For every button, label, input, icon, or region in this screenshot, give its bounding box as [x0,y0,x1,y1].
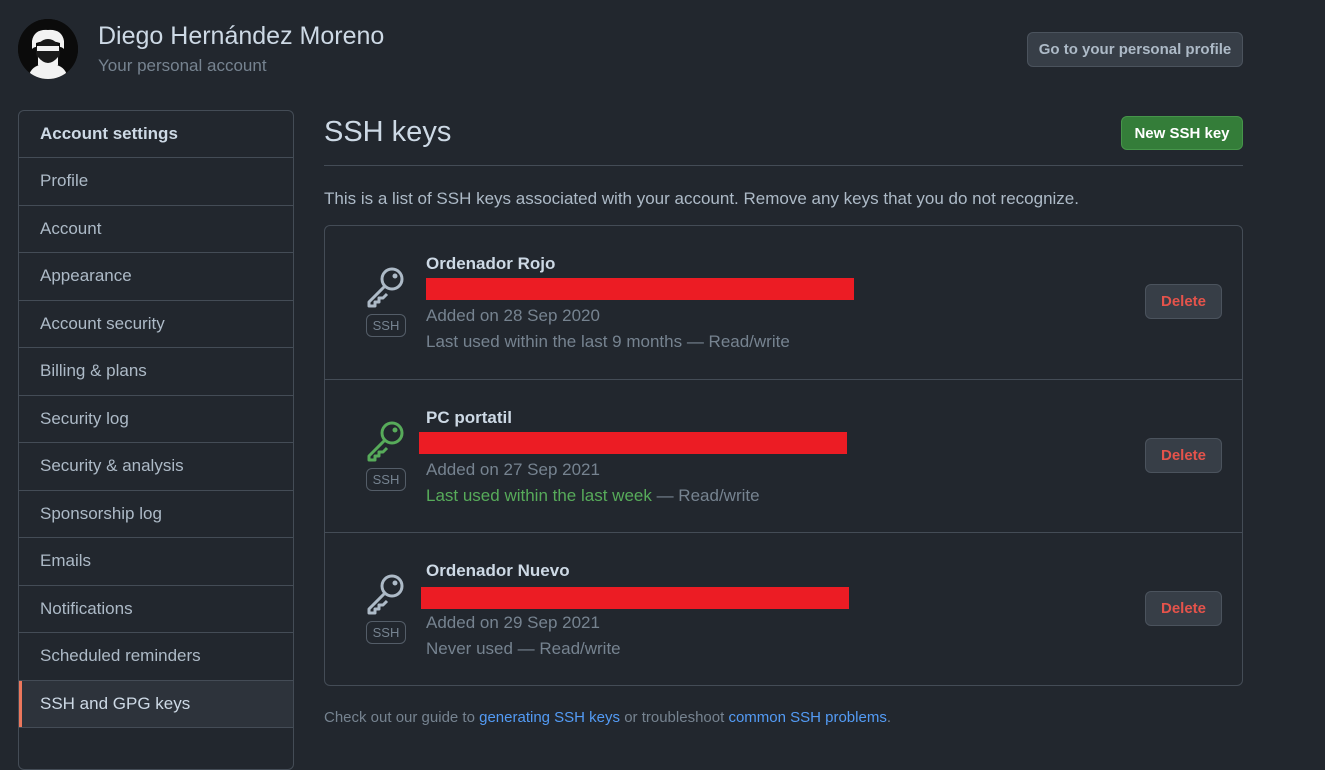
key-access: — Read/write [651,486,760,505]
key-added-date: Added on 29 Sep 2021 [426,613,600,632]
delete-key-button[interactable]: Delete [1145,438,1222,473]
key-usage: Last used within the last week — Read/wr… [426,486,760,506]
key-last-used: Last used within the last week [426,486,652,505]
new-ssh-key-button[interactable]: New SSH key [1121,116,1243,150]
user-name: Diego Hernández Moreno [98,22,385,50]
sidebar-item-account[interactable]: Account [19,206,293,253]
sidebar-item-sponsorship-log[interactable]: Sponsorship log [19,491,293,538]
key-usage: Never used — Read/write [426,639,621,659]
redacted-fingerprint [419,432,847,454]
footer-suffix: . [886,709,891,726]
delete-key-button[interactable]: Delete [1145,591,1222,626]
ssh-key-list: SSH Ordenador Rojo Added on 28 Sep 2020 … [324,225,1243,686]
sidebar-item-security-log[interactable]: Security log [19,396,293,443]
key-icon [367,421,404,462]
sidebar-item-security-analysis[interactable]: Security & analysis [19,443,293,491]
sidebar-item-profile[interactable]: Profile [19,158,293,206]
sidebar-item-scheduled-reminders[interactable]: Scheduled reminders [19,633,293,681]
common-ssh-problems-link[interactable]: common SSH problems [728,709,886,726]
key-icon [367,267,404,308]
key-access: — Read/write [682,332,790,351]
key-title: PC portatil [426,408,512,427]
key-added-date: Added on 27 Sep 2021 [426,460,600,479]
key-last-used: Never used [426,639,513,658]
sidebar-item-emails[interactable]: Emails [19,538,293,586]
sidebar-item-account-security[interactable]: Account security [19,301,293,348]
key-title: Ordenador Rojo [426,254,556,273]
footer-help-text: Check out our guide to generating SSH ke… [324,709,891,726]
key-icon [367,574,404,615]
key-access: — Read/write [512,639,621,658]
delete-key-button[interactable]: Delete [1145,284,1222,319]
avatar-image [18,19,78,79]
ssh-badge: SSH [366,621,406,644]
generating-ssh-keys-link[interactable]: generating SSH keys [479,709,620,726]
sidebar-item-appearance[interactable]: Appearance [19,253,293,301]
title-divider [324,165,1243,166]
footer-prefix: Check out our guide to [324,709,480,726]
ssh-badge: SSH [366,468,406,491]
key-title: Ordenador Nuevo [426,561,570,580]
sidebar-item-billing[interactable]: Billing & plans [19,348,293,396]
ssh-key-row: SSH Ordenador Nuevo Added on 29 Sep 2021… [325,532,1242,686]
page-title: SSH keys [324,116,452,148]
key-usage: Last used within the last 9 months — Rea… [426,332,790,352]
avatar[interactable] [18,19,78,79]
ssh-key-row: SSH PC portatil Added on 27 Sep 2021 Las… [325,379,1242,533]
settings-sidebar: Account settings Profile Account Appeara… [18,110,294,770]
redacted-fingerprint [421,587,849,609]
key-added-date: Added on 28 Sep 2020 [426,306,600,325]
go-to-profile-button[interactable]: Go to your personal profile [1027,32,1243,67]
sidebar-heading: Account settings [19,111,293,158]
intro-text: This is a list of SSH keys associated wi… [324,189,1079,208]
sidebar-item-notifications[interactable]: Notifications [19,586,293,633]
footer-middle: or troubleshoot [620,709,729,726]
key-last-used: Last used within the last 9 months [426,332,683,351]
ssh-badge: SSH [366,314,406,337]
sidebar-item-ssh-gpg-keys[interactable]: SSH and GPG keys [19,680,293,728]
account-type-label: Your personal account [98,56,267,75]
ssh-key-row: SSH Ordenador Rojo Added on 28 Sep 2020 … [325,226,1242,379]
redacted-fingerprint [426,278,854,300]
